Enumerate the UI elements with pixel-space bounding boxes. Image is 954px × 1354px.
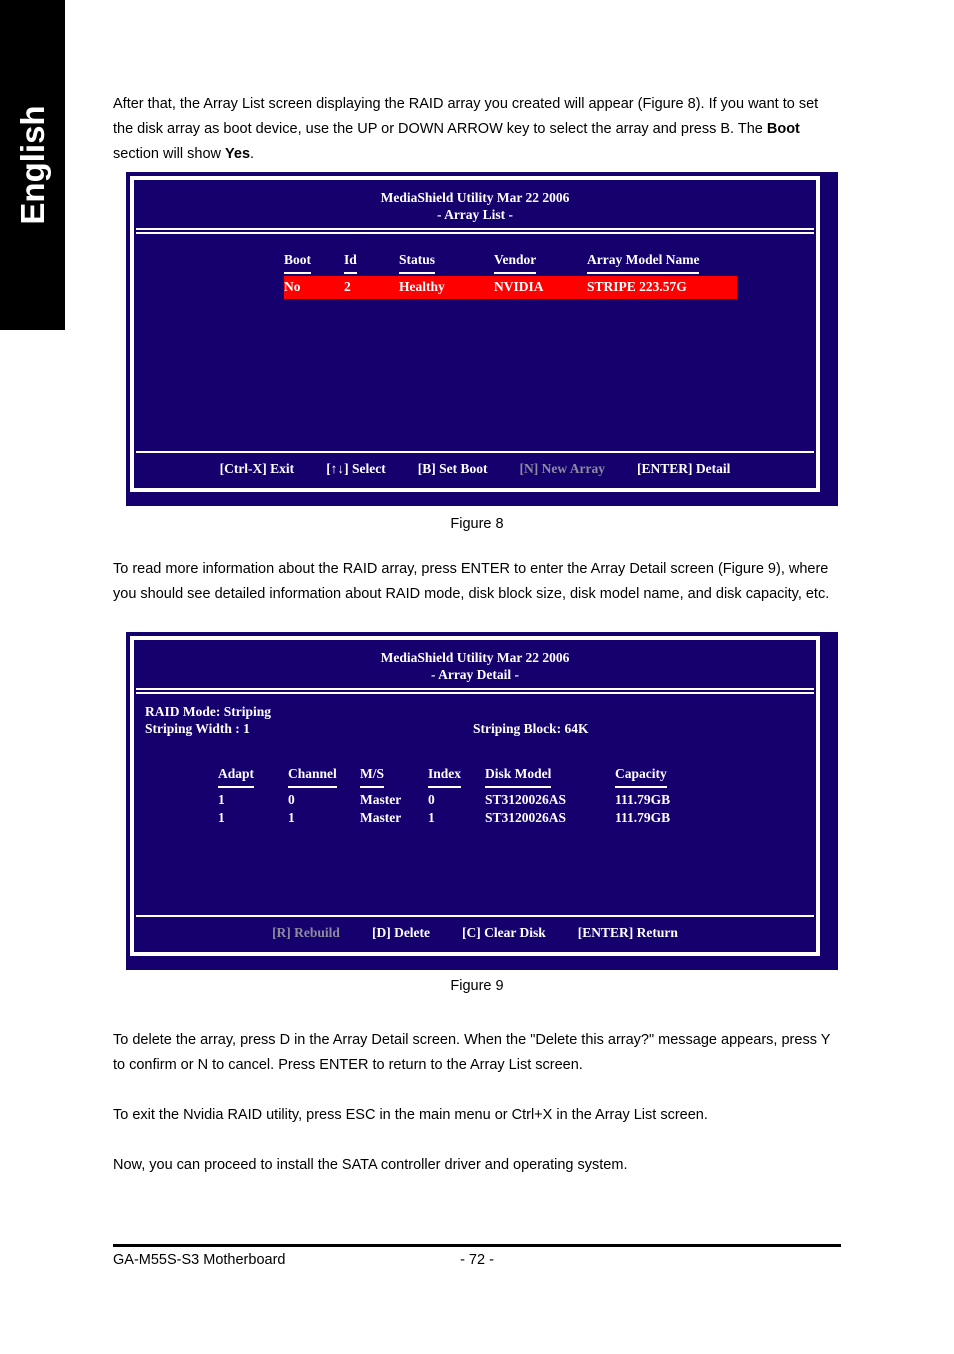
language-tab-label: English bbox=[13, 105, 51, 225]
field-raid-mode: RAID Mode: Striping bbox=[145, 704, 272, 719]
array-detail-frame: MediaShield Utility Mar 22 2006 - Array … bbox=[130, 636, 820, 956]
key-n-new-array: [N] New Array bbox=[519, 461, 606, 476]
cell-disk-model: ST3120026AS bbox=[485, 810, 567, 825]
column-header-status: Status bbox=[399, 252, 494, 276]
array-list-key-bar: [Ctrl-X] Exit [↑↓] Select [B] Set Boot [… bbox=[136, 451, 814, 486]
page-footer: GA-M55S-S3 Motherboard - 72 - bbox=[113, 1244, 841, 1272]
paragraph-intro-bold-yes: Yes bbox=[225, 146, 251, 162]
table-row[interactable]: No 2 Healthy NVIDIA STRIPE 223.57G bbox=[284, 276, 737, 299]
key-arrows-select[interactable]: [↑↓] Select bbox=[326, 461, 386, 477]
cell-boot: No bbox=[284, 276, 344, 299]
cell-channel: 0 bbox=[288, 792, 295, 807]
cell-capacity: 111.79GB bbox=[615, 792, 671, 807]
paragraph-intro-text-c: . bbox=[250, 146, 255, 162]
footer-page-number: - 72 - bbox=[460, 1252, 494, 1268]
array-list-subtitle: - Array List - bbox=[436, 207, 514, 222]
field-raid-mode-row: RAID Mode: Striping bbox=[145, 703, 816, 720]
array-list-screen: MediaShield Utility Mar 22 2006 - Array … bbox=[126, 172, 838, 506]
key-c-clear-disk[interactable]: [C] Clear Disk bbox=[462, 925, 546, 941]
column-header-disk-model: Disk Model bbox=[485, 766, 615, 790]
column-header-id: Id bbox=[344, 252, 399, 276]
table-header-row: Boot Id Status Vendor Array Model Name bbox=[284, 252, 737, 276]
array-detail-fields: RAID Mode: Striping Striping Width : 1 S… bbox=[145, 703, 816, 737]
array-detail-title-divider bbox=[136, 688, 814, 694]
paragraph-array-detail-intro: To read more information about the RAID … bbox=[113, 561, 830, 602]
array-detail-table: Adapt Channel M/S Index Disk Model Capac… bbox=[218, 766, 715, 826]
array-list-table: Boot Id Status Vendor Array Model Name N… bbox=[284, 252, 737, 299]
table-row[interactable]: 1 1 Master 1 ST3120026AS 111.79GB bbox=[218, 808, 715, 826]
key-enter-return[interactable]: [ENTER] Return bbox=[578, 925, 678, 941]
array-detail-key-bar: [R] Rebuild [D] Delete [C] Clear Disk [E… bbox=[136, 915, 814, 950]
table-row[interactable]: 1 0 Master 0 ST3120026AS 111.79GB bbox=[218, 790, 715, 808]
cell-ms: Master bbox=[360, 810, 402, 825]
footer-row: GA-M55S-S3 Motherboard - 72 - bbox=[113, 1252, 841, 1272]
column-header-array-model-name: Array Model Name bbox=[587, 252, 737, 276]
array-list-frame: MediaShield Utility Mar 22 2006 - Array … bbox=[130, 176, 820, 492]
cell-adapt: 1 bbox=[218, 792, 225, 807]
column-header-ms: M/S bbox=[360, 766, 428, 790]
key-b-set-boot[interactable]: [B] Set Boot bbox=[418, 461, 488, 477]
array-list-title: MediaShield Utility Mar 22 2006 bbox=[380, 190, 570, 205]
paragraph-next-steps: Now, you can proceed to install the SATA… bbox=[113, 1157, 628, 1173]
column-header-vendor: Vendor bbox=[494, 252, 587, 276]
array-detail-subtitle: - Array Detail - bbox=[430, 667, 520, 682]
cell-vendor: NVIDIA bbox=[494, 276, 587, 299]
array-list-title-divider bbox=[136, 228, 814, 234]
field-striping-row: Striping Width : 1 Striping Block: 64K bbox=[145, 720, 816, 737]
cell-capacity: 111.79GB bbox=[615, 810, 671, 825]
figure-8-caption: Figure 8 bbox=[450, 516, 504, 532]
cell-id: 2 bbox=[344, 276, 399, 299]
cell-index: 1 bbox=[428, 810, 435, 825]
array-detail-title: MediaShield Utility Mar 22 2006 bbox=[380, 650, 570, 665]
table-header-row: Adapt Channel M/S Index Disk Model Capac… bbox=[218, 766, 715, 790]
cell-channel: 1 bbox=[288, 810, 295, 825]
column-header-boot: Boot bbox=[284, 252, 344, 276]
cell-disk-model: ST3120026AS bbox=[485, 792, 567, 807]
cell-adapt: 1 bbox=[218, 810, 225, 825]
paragraph-intro-text-b: section will show bbox=[113, 146, 226, 162]
array-detail-screen: MediaShield Utility Mar 22 2006 - Array … bbox=[126, 632, 838, 970]
column-header-index: Index bbox=[428, 766, 485, 790]
field-striping-block: Striping Block: 64K bbox=[473, 721, 589, 736]
column-header-channel: Channel bbox=[288, 766, 360, 790]
key-enter-detail[interactable]: [ENTER] Detail bbox=[637, 461, 730, 477]
key-r-rebuild: [R] Rebuild bbox=[272, 925, 340, 940]
column-header-capacity: Capacity bbox=[615, 766, 715, 790]
field-striping-width: Striping Width : 1 bbox=[145, 721, 250, 736]
cell-status: Healthy bbox=[399, 276, 494, 299]
paragraph-intro: After that, the Array List screen displa… bbox=[113, 92, 841, 167]
paragraph-intro-bold-boot: Boot bbox=[766, 121, 800, 137]
footer-divider bbox=[113, 1244, 841, 1247]
key-ctrl-x-exit[interactable]: [Ctrl-X] Exit bbox=[220, 461, 295, 477]
paragraph-exit-utility: To exit the Nvidia RAID utility, press E… bbox=[113, 1107, 708, 1123]
paragraph-delete-array: To delete the array, press D in the Arra… bbox=[113, 1032, 831, 1073]
language-tab: English bbox=[0, 0, 65, 330]
array-list-inner-frame: MediaShield Utility Mar 22 2006 - Array … bbox=[132, 178, 818, 490]
array-detail-inner-frame: MediaShield Utility Mar 22 2006 - Array … bbox=[132, 638, 818, 954]
cell-array-model-name: STRIPE 223.57G bbox=[587, 276, 737, 299]
cell-ms: Master bbox=[360, 792, 402, 807]
cell-index: 0 bbox=[428, 792, 435, 807]
figure-9-caption: Figure 9 bbox=[450, 978, 504, 994]
column-header-adapt: Adapt bbox=[218, 766, 288, 790]
paragraph-intro-text-a: After that, the Array List screen displa… bbox=[113, 96, 819, 137]
key-d-delete[interactable]: [D] Delete bbox=[372, 925, 430, 941]
